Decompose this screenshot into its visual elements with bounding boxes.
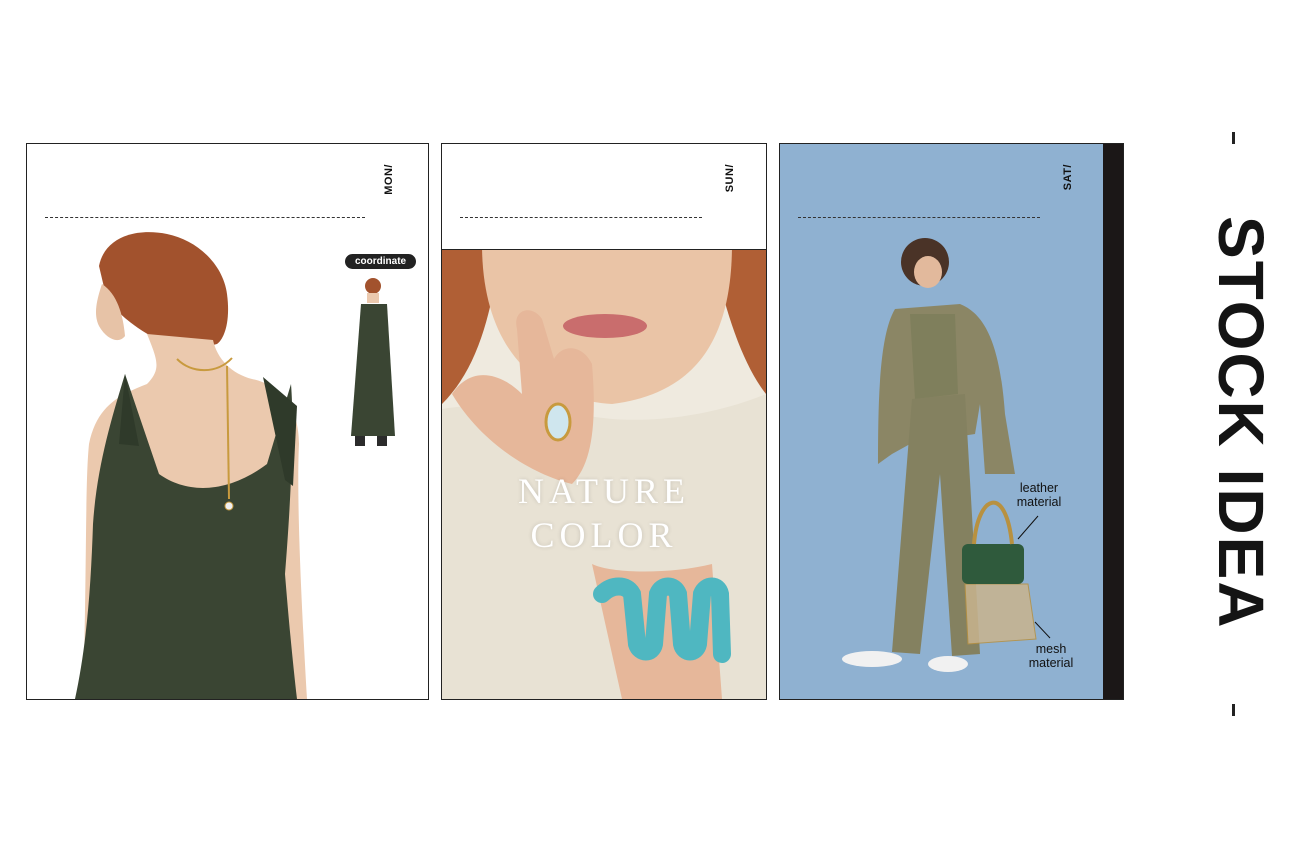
panel-edge-bar bbox=[1103, 144, 1123, 699]
panel-sunday: SUN/ NATURE COLOR bbox=[441, 143, 767, 700]
callout-line: mesh bbox=[1035, 642, 1067, 656]
headline-color: COLOR bbox=[530, 515, 678, 555]
callout-mesh-material: mesh material bbox=[1020, 642, 1082, 670]
model-olive-suit-photo bbox=[842, 238, 1051, 672]
callout-leather-material: leather material bbox=[1008, 481, 1070, 509]
title-tick-top bbox=[1232, 132, 1235, 144]
stock-idea-title: STOCK IDEA bbox=[1205, 215, 1277, 630]
panel-saturday: SAT/ leather material mesh material bbox=[779, 143, 1124, 700]
panel-monday: MON/ coordinate bbox=[26, 143, 429, 700]
dashed-divider bbox=[460, 217, 702, 218]
headline-nature: NATURE bbox=[518, 471, 690, 511]
callout-line: leather bbox=[1019, 481, 1059, 495]
coordinate-badge: coordinate bbox=[345, 254, 417, 269]
title-tick-bottom bbox=[1232, 704, 1235, 716]
full-coordinate-photo bbox=[351, 278, 395, 446]
panel-header bbox=[442, 144, 766, 250]
callout-line: material bbox=[1016, 495, 1062, 509]
day-label-sunday: SUN/ bbox=[724, 164, 736, 193]
callout-line: material bbox=[1028, 656, 1074, 670]
